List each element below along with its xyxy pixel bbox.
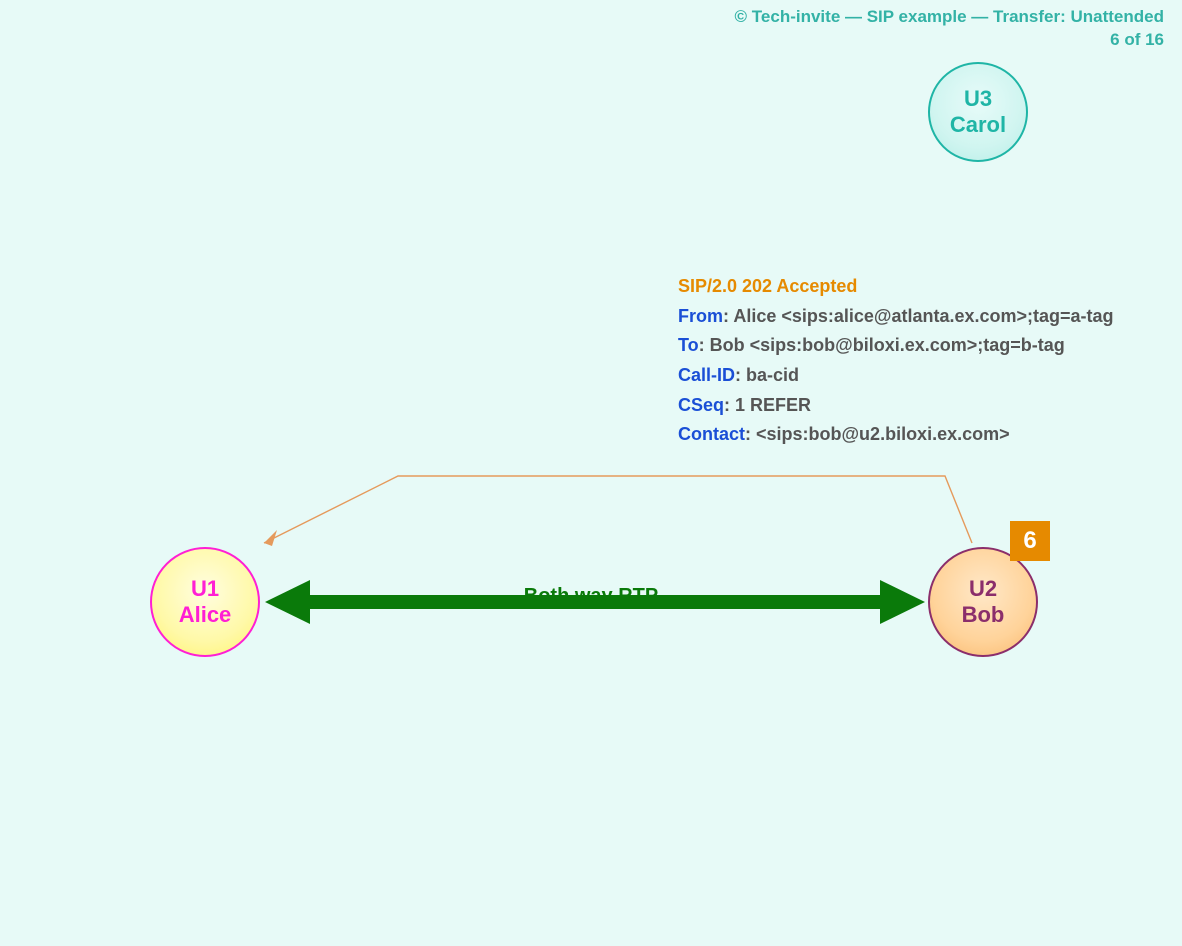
sip-header-val: : ba-cid <box>735 365 799 385</box>
step-number: 6 <box>1023 527 1036 555</box>
sip-message-block: SIP/2.0 202 Accepted From: Alice <sips:a… <box>678 272 1114 450</box>
node-id: U3 <box>964 86 992 112</box>
sip-header-val: : 1 REFER <box>724 395 811 415</box>
node-u3-carol: U3 Carol <box>928 62 1028 162</box>
sip-header-row: CSeq: 1 REFER <box>678 391 1114 421</box>
sip-header-row: Call-ID: ba-cid <box>678 361 1114 391</box>
sip-header-key: From <box>678 306 723 326</box>
sip-header-key: CSeq <box>678 395 724 415</box>
sip-header-val: : Bob <sips:bob@biloxi.ex.com>;tag=b-tag <box>699 335 1065 355</box>
header-title: © Tech-invite — SIP example — Transfer: … <box>735 6 1164 29</box>
header-page-count: 6 of 16 <box>735 29 1164 52</box>
sip-header-val: : Alice <sips:alice@atlanta.ex.com>;tag=… <box>723 306 1114 326</box>
sip-header-row: From: Alice <sips:alice@atlanta.ex.com>;… <box>678 302 1114 332</box>
sip-header-key: To <box>678 335 699 355</box>
step-badge: 6 <box>1010 521 1050 561</box>
sip-header-row: To: Bob <sips:bob@biloxi.ex.com>;tag=b-t… <box>678 331 1114 361</box>
sip-status-line: SIP/2.0 202 Accepted <box>678 272 1114 302</box>
node-label: Carol <box>950 112 1006 138</box>
sip-header-row: Contact: <sips:bob@u2.biloxi.ex.com> <box>678 420 1114 450</box>
rtp-label: Both way RTP <box>0 585 1182 608</box>
diagram-header: © Tech-invite — SIP example — Transfer: … <box>735 6 1164 52</box>
sip-header-key: Contact <box>678 424 745 444</box>
sip-header-key: Call-ID <box>678 365 735 385</box>
sip-header-val: : <sips:bob@u2.biloxi.ex.com> <box>745 424 1010 444</box>
